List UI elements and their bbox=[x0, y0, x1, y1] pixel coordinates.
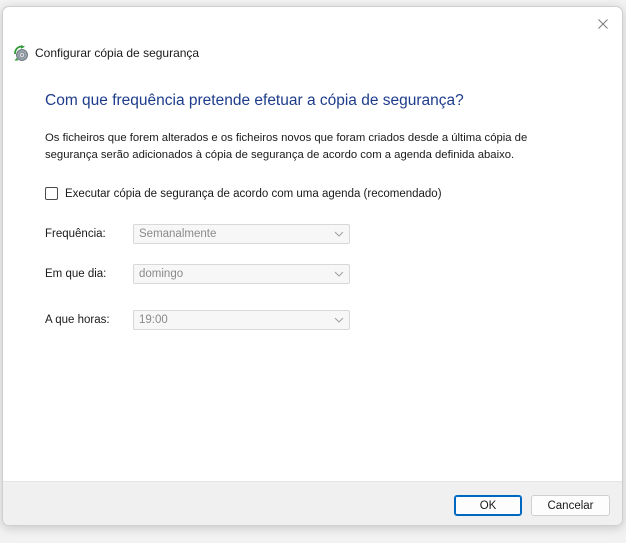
chevron-down-icon bbox=[334, 317, 344, 323]
page-heading: Com que frequência pretende efetuar a có… bbox=[45, 92, 464, 109]
frequency-value: Semanalmente bbox=[139, 228, 217, 240]
time-value: 19:00 bbox=[139, 314, 168, 326]
schedule-checkbox-label[interactable]: Executar cópia de segurança de acordo co… bbox=[65, 188, 442, 200]
close-icon bbox=[598, 19, 608, 29]
frequency-label: Frequência: bbox=[45, 228, 106, 240]
schedule-option[interactable]: Executar cópia de segurança de acordo co… bbox=[45, 187, 442, 200]
description-text: Os ficheiros que forem alterados e os fi… bbox=[45, 132, 528, 161]
title-bar: Configurar cópia de segurança bbox=[13, 43, 199, 63]
day-select[interactable]: domingo bbox=[133, 264, 350, 284]
cancel-button[interactable]: Cancelar bbox=[531, 495, 610, 516]
time-select[interactable]: 19:00 bbox=[133, 310, 350, 330]
day-value: domingo bbox=[139, 268, 184, 280]
backup-icon bbox=[13, 44, 30, 62]
day-label: Em que dia: bbox=[45, 268, 107, 280]
window-title: Configurar cópia de segurança bbox=[35, 46, 200, 60]
ok-button[interactable]: OK bbox=[454, 495, 522, 516]
backup-settings-dialog: Configurar cópia de segurança Com que fr… bbox=[2, 6, 623, 526]
close-button[interactable] bbox=[592, 13, 614, 35]
time-label: A que horas: bbox=[45, 314, 110, 326]
chevron-down-icon bbox=[334, 271, 344, 277]
chevron-down-icon bbox=[334, 231, 344, 237]
frequency-select[interactable]: Semanalmente bbox=[133, 224, 350, 244]
dialog-footer: OK Cancelar bbox=[3, 481, 622, 525]
schedule-checkbox[interactable] bbox=[45, 187, 58, 200]
